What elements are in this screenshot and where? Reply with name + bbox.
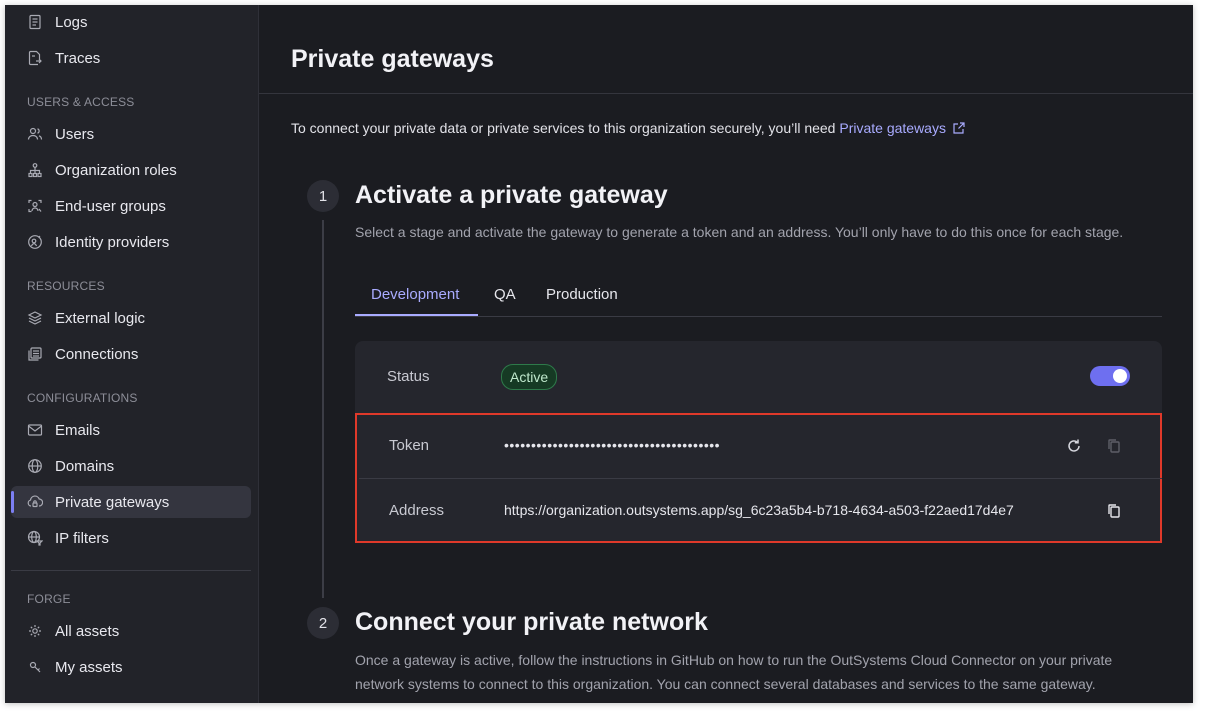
step-connector-line: [322, 220, 324, 598]
active-tab-indicator: [355, 314, 478, 316]
asset-icon: [27, 623, 43, 639]
database-icon: [27, 346, 43, 362]
sidebar-item-label: Emails: [55, 421, 101, 439]
sidebar-item-organization-roles[interactable]: Organization roles: [11, 154, 251, 186]
sidebar-item-label: Traces: [55, 49, 101, 67]
sidebar-item-my-assets[interactable]: My assets: [11, 651, 251, 683]
address-label: Address: [389, 502, 445, 519]
sidebar-item-label: External logic: [55, 309, 146, 327]
globe-filter-icon: [27, 530, 43, 546]
address-value: https://organization.outsystems.app/sg_6…: [504, 502, 1014, 518]
section-heading-forge: FORGE: [27, 592, 71, 606]
intro-text: To connect your private data or private …: [291, 120, 966, 136]
refresh-icon: [1065, 437, 1083, 455]
step-2-description-line-1: Once a gateway is active, follow the ins…: [355, 652, 1113, 668]
sidebar-item-label: All assets: [55, 622, 120, 640]
private-gateways-link[interactable]: Private gateways: [839, 120, 946, 136]
status-label: Status: [387, 368, 430, 385]
section-heading-configurations: CONFIGURATIONS: [27, 391, 138, 405]
sidebar-item-external-logic[interactable]: External logic: [11, 302, 251, 334]
page-title: Private gateways: [291, 45, 494, 73]
step-number-1: 1: [307, 180, 339, 212]
user-group-icon: [27, 198, 43, 214]
sidebar-divider: [11, 570, 251, 571]
sidebar-item-label: Organization roles: [55, 161, 177, 179]
main-content: Private gateways To connect your private…: [259, 5, 1193, 703]
sidebar-item-label: IP filters: [55, 529, 109, 547]
trace-icon: [27, 50, 43, 66]
tab-production[interactable]: Production: [546, 286, 618, 303]
sidebar-item-label: End-user groups: [55, 197, 166, 215]
gateway-card: Status Active Token ••••••••••••••••••••…: [355, 341, 1162, 543]
token-value: ••••••••••••••••••••••••••••••••••••••••: [504, 437, 721, 453]
section-heading-resources: RESOURCES: [27, 279, 105, 293]
sidebar: Logs Traces USERS & ACCESS Users Organiz…: [5, 5, 259, 703]
header-divider: [259, 93, 1193, 94]
my-asset-icon: [27, 659, 43, 675]
step-1-description: Select a stage and activate the gateway …: [355, 224, 1124, 240]
stage-tabs: Development QA Production: [355, 276, 1162, 317]
sidebar-item-label: Logs: [55, 13, 88, 31]
document-icon: [27, 14, 43, 30]
sidebar-item-emails[interactable]: Emails: [11, 414, 251, 446]
org-tree-icon: [27, 162, 43, 178]
token-label: Token: [389, 437, 430, 454]
sidebar-item-all-assets[interactable]: All assets: [11, 615, 251, 647]
status-badge: Active: [501, 364, 558, 390]
sidebar-item-end-user-groups[interactable]: End-user groups: [11, 190, 251, 222]
external-link-icon[interactable]: [952, 121, 966, 135]
sidebar-item-label: Domains: [55, 457, 115, 475]
globe-icon: [27, 458, 43, 474]
sidebar-item-label: Users: [55, 125, 95, 143]
copy-token-button[interactable]: [1105, 437, 1123, 455]
app-window: Logs Traces USERS & ACCESS Users Organiz…: [5, 5, 1193, 703]
tab-qa[interactable]: QA: [494, 286, 516, 303]
sidebar-item-private-gateways[interactable]: Private gateways: [11, 486, 251, 518]
copy-icon: [1105, 437, 1123, 455]
copy-icon: [1105, 502, 1123, 520]
sidebar-item-traces[interactable]: Traces: [11, 42, 251, 74]
step-2-title: Connect your private network: [355, 608, 708, 636]
layers-icon: [27, 310, 43, 326]
sidebar-item-label: Identity providers: [55, 233, 170, 251]
sidebar-item-label: Connections: [55, 345, 139, 363]
sidebar-item-label: Private gateways: [55, 493, 170, 511]
credentials-highlight: Token ••••••••••••••••••••••••••••••••••…: [355, 413, 1162, 543]
sidebar-item-label: My assets: [55, 658, 123, 676]
step-1-title: Activate a private gateway: [355, 181, 668, 209]
sidebar-item-logs[interactable]: Logs: [11, 6, 251, 38]
sidebar-item-users[interactable]: Users: [11, 118, 251, 150]
tab-development[interactable]: Development: [371, 286, 459, 303]
gateway-toggle[interactable]: [1090, 366, 1130, 386]
refresh-token-button[interactable]: [1065, 437, 1083, 455]
step-2-description-line-2: network systems to connect to this organ…: [355, 676, 1096, 692]
section-heading-users-access: USERS & ACCESS: [27, 95, 135, 109]
mail-icon: [27, 422, 43, 438]
identity-icon: [27, 234, 43, 250]
sidebar-item-domains[interactable]: Domains: [11, 450, 251, 482]
row-divider: [359, 478, 1162, 479]
sidebar-item-ip-filters[interactable]: IP filters: [11, 522, 251, 554]
copy-address-button[interactable]: [1105, 502, 1123, 520]
step-number-2: 2: [307, 607, 339, 639]
sidebar-item-identity-providers[interactable]: Identity providers: [11, 226, 251, 258]
cloud-lock-icon: [27, 494, 43, 510]
users-icon: [27, 126, 43, 142]
intro-body: To connect your private data or private …: [291, 120, 840, 136]
sidebar-item-connections[interactable]: Connections: [11, 338, 251, 370]
